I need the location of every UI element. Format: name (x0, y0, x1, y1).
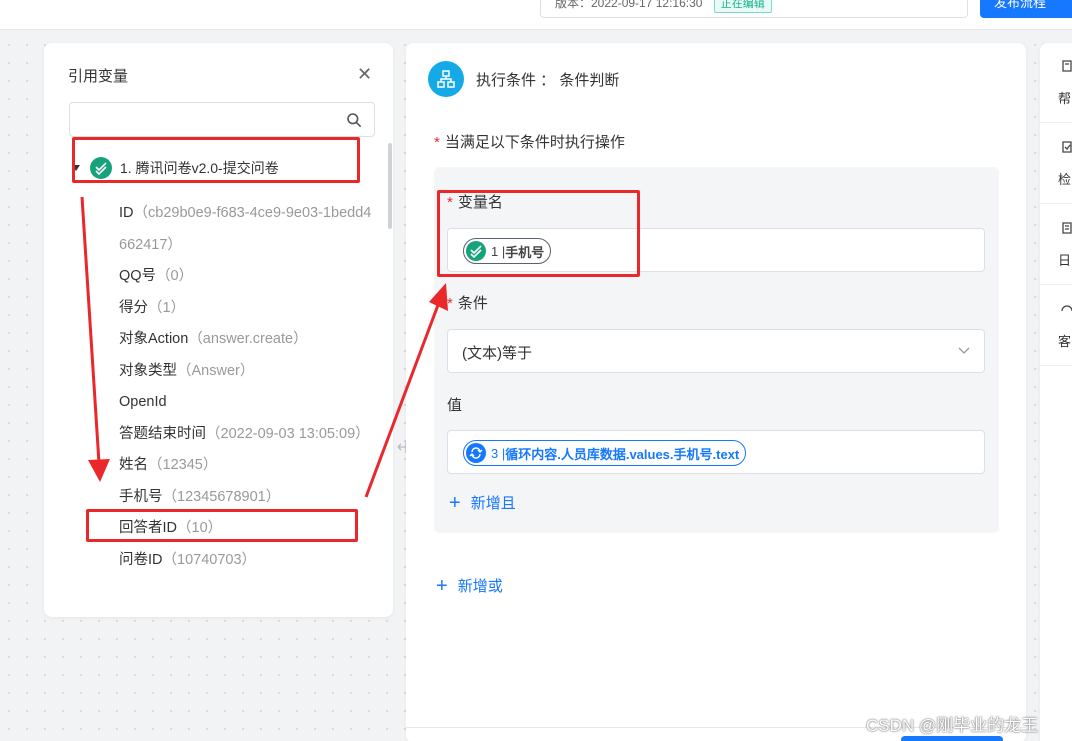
list-item[interactable]: 答题结束时间（2022-09-03 13:05:09） (119, 419, 379, 451)
list-item[interactable]: 对象Action（answer.create） (119, 324, 379, 356)
search-input[interactable] (70, 103, 340, 136)
status-badge: 正在编辑 (713, 0, 772, 13)
requirement-label: * 当满足以下条件时执行操作 (434, 134, 625, 151)
value-field[interactable]: 3 | 循环内容.人员库数据.values.手机号.text (447, 430, 985, 474)
variable-name-field[interactable]: 1 | 手机号 (447, 228, 985, 272)
panel-title: 引用变量 (68, 68, 129, 85)
rail-item-support[interactable]: 客 (1040, 286, 1072, 366)
variable-name-label: * 变量名 (447, 194, 503, 211)
loop-icon (466, 443, 486, 463)
top-bar: 版本：2022-09-17 12:16:30 正在编辑 发布流程 (0, 0, 1072, 30)
check-badge-icon (90, 157, 112, 179)
variable-list: ID（cb29b0e9-f683-4ce9-9e03-1bedd4662417）… (119, 198, 379, 576)
search-box (69, 102, 375, 137)
watermark: CSDN @刚毕业的龙王 (866, 716, 1039, 735)
add-or-button[interactable]: + 新增或 (436, 575, 503, 596)
rail-item-log[interactable]: 日 (1040, 205, 1072, 285)
value-label: 值 (447, 397, 463, 414)
rail-item-help[interactable]: 帮 (1040, 43, 1072, 123)
search-icon[interactable] (346, 112, 362, 128)
variable-chip[interactable]: 1 | 手机号 (463, 238, 552, 264)
help-icon (1062, 60, 1072, 72)
version-text: 版本：2022-09-17 12:16:30 (555, 0, 703, 10)
list-item[interactable]: 对象类型（Answer） (119, 356, 379, 388)
flowchart-icon (428, 61, 464, 97)
tree-node-questionnaire[interactable]: 1. 腾讯问卷v2.0-提交问卷 (72, 155, 279, 181)
condition-label: * 条件 (447, 295, 488, 312)
confirm-button[interactable] (901, 736, 1003, 741)
tree-node-label: 1. 腾讯问卷v2.0-提交问卷 (120, 160, 279, 176)
value-chip[interactable]: 3 | 循环内容.人员库数据.values.手机号.text (463, 440, 747, 466)
caret-down-icon[interactable] (72, 165, 80, 171)
list-item[interactable]: OpenId (119, 387, 379, 419)
list-item[interactable]: ID（cb29b0e9-f683-4ce9-9e03-1bedd4662417） (119, 198, 379, 261)
variable-reference-panel: 引用变量 ✕ 1. 腾讯问卷v2.0-提交问卷 ID（cb29b0e9-f683… (44, 43, 393, 617)
plus-icon: + (436, 574, 448, 597)
condition-select[interactable]: (文本)等于 (447, 329, 985, 373)
condition-value: (文本)等于 (462, 345, 532, 362)
list-item[interactable]: 问卷ID（10740703） (119, 545, 379, 577)
condition-panel: 执行条件 ： 条件判断 * 当满足以下条件时执行操作 * 变量名 1 | 手机号 *… (406, 43, 1026, 741)
panel-header: 执行条件 ： 条件判断 (428, 61, 619, 97)
check-icon (1062, 141, 1072, 153)
log-icon (1062, 222, 1072, 234)
right-toolbar: 帮 检 日 客 (1040, 43, 1072, 741)
rail-item-check[interactable]: 检 (1040, 124, 1072, 204)
add-and-button[interactable]: + 新增且 (449, 492, 516, 513)
check-badge-icon (466, 241, 486, 261)
condition-card: * 变量名 1 | 手机号 * 条件 (文本)等于 值 3 | 循环内容.人员库… (434, 167, 999, 533)
list-item[interactable]: 得分（1） (119, 293, 379, 325)
support-icon (1061, 305, 1072, 312)
publish-button[interactable]: 发布流程 (980, 0, 1072, 18)
list-item[interactable]: QQ号（0） (119, 261, 379, 293)
list-item[interactable]: 回答者ID（10） (119, 513, 379, 545)
version-select[interactable]: 版本：2022-09-17 12:16:30 正在编辑 (540, 0, 968, 18)
plus-icon: + (449, 491, 461, 514)
scrollbar[interactable] (388, 143, 392, 229)
list-item[interactable]: 手机号（12345678901） (119, 482, 379, 514)
page-title: 执行条件 ： 条件判断 (476, 71, 620, 89)
chevron-down-icon[interactable] (958, 344, 970, 356)
close-icon[interactable]: ✕ (357, 65, 372, 83)
list-item[interactable]: 姓名（12345） (119, 450, 379, 482)
